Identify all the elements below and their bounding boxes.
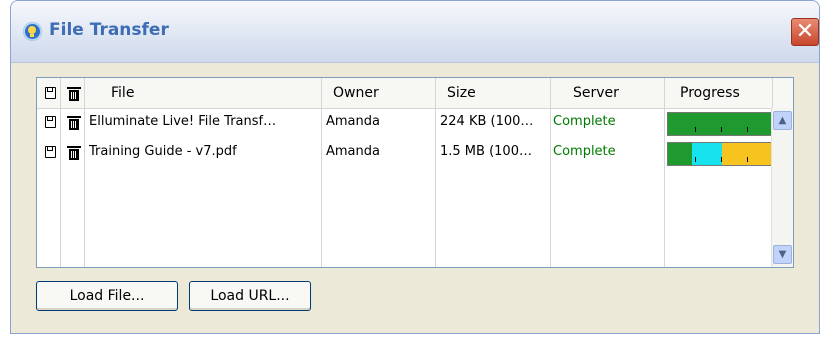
size-cell: 224 KB (100… bbox=[440, 114, 534, 129]
trash-icon[interactable] bbox=[67, 146, 81, 160]
file-name: Elluminate Live! File Transf… bbox=[89, 114, 277, 129]
save-icon[interactable] bbox=[45, 146, 56, 158]
table-row[interactable]: Training Guide - v7.pdf Amanda 1.5 MB (1… bbox=[37, 141, 793, 171]
column-header-progress[interactable]: Progress bbox=[680, 82, 760, 104]
progress-bar bbox=[667, 112, 773, 136]
window-title: File Transfer bbox=[49, 20, 169, 40]
trash-icon bbox=[67, 87, 81, 101]
size-cell: 1.5 MB (100… bbox=[440, 144, 532, 159]
load-file-button[interactable]: Load File... bbox=[36, 281, 178, 311]
scroll-up-button[interactable]: ▲ bbox=[773, 111, 792, 130]
file-transfer-window: File Transfer ✕ File Owner Size Server P… bbox=[10, 0, 820, 334]
close-button[interactable]: ✕ bbox=[791, 18, 819, 46]
owner-cell: Amanda bbox=[326, 144, 380, 159]
progress-bar bbox=[667, 142, 773, 166]
column-header-server[interactable]: Server bbox=[573, 82, 663, 104]
vertical-scrollbar[interactable]: ▲ ▼ bbox=[771, 108, 793, 267]
progress-segment bbox=[668, 113, 772, 135]
server-status: Complete bbox=[553, 144, 616, 159]
column-header-owner[interactable]: Owner bbox=[333, 82, 433, 104]
owner-cell: Amanda bbox=[326, 114, 380, 129]
file-table: File Owner Size Server Progress Ellumina… bbox=[36, 77, 794, 268]
trash-icon[interactable] bbox=[67, 116, 81, 130]
title-bar: File Transfer ✕ bbox=[11, 1, 819, 63]
table-header: File Owner Size Server Progress bbox=[37, 78, 793, 109]
column-header-file[interactable]: File bbox=[111, 82, 316, 104]
table-row[interactable]: Elluminate Live! File Transf… Amanda 224… bbox=[37, 111, 793, 141]
save-icon[interactable] bbox=[45, 116, 56, 128]
app-bulb-icon bbox=[23, 22, 42, 41]
progress-segment bbox=[668, 143, 692, 165]
column-header-size[interactable]: Size bbox=[447, 82, 542, 104]
scroll-down-button[interactable]: ▼ bbox=[773, 245, 792, 264]
progress-segment bbox=[691, 143, 723, 165]
save-icon bbox=[45, 87, 56, 99]
load-url-button[interactable]: Load URL... bbox=[189, 281, 311, 311]
file-name: Training Guide - v7.pdf bbox=[89, 144, 237, 159]
server-status: Complete bbox=[553, 114, 616, 129]
